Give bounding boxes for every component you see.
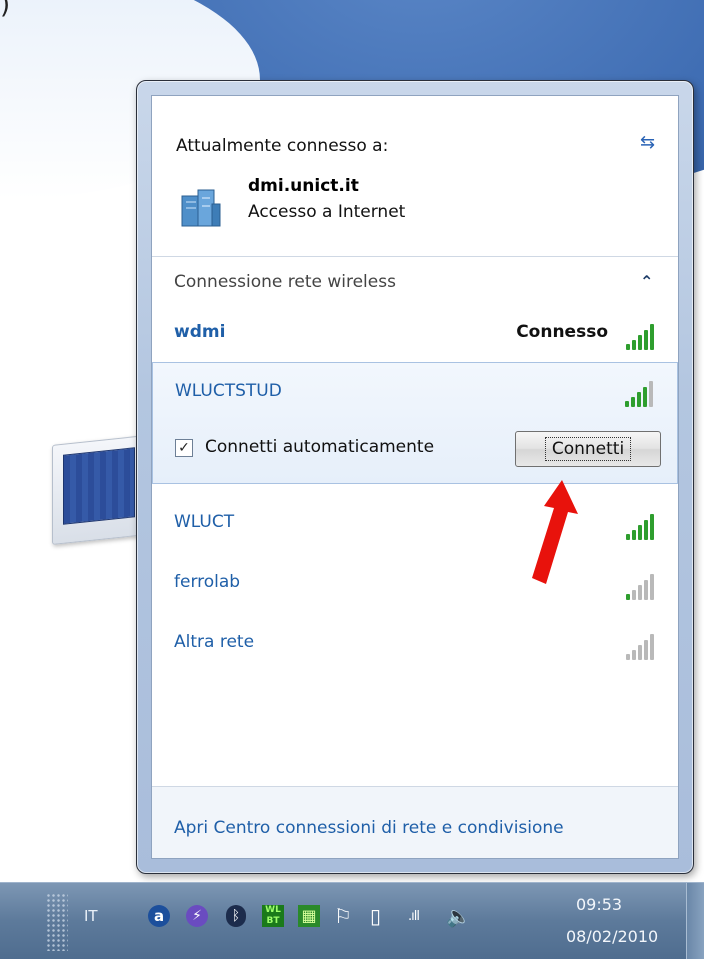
signal-bar (632, 650, 636, 660)
action-center-flag-icon[interactable]: ⚐ (334, 901, 352, 931)
connect-button-label: Connetti (544, 437, 632, 461)
network-name: WLUCTSTUD (175, 381, 282, 401)
signal-bar (631, 397, 635, 407)
signal-bar (625, 401, 629, 407)
network-name: wdmi (174, 322, 226, 342)
signal-bar (632, 340, 636, 350)
signal-strength-icon (626, 320, 660, 350)
network-building-icon (181, 189, 221, 227)
signal-bar (650, 324, 654, 350)
signal-bar (638, 585, 642, 600)
tray-wlbt-icon[interactable]: WL BT (262, 901, 284, 931)
volume-icon[interactable]: 🔈 (446, 901, 471, 931)
bluetooth-icon[interactable]: ᛒ (226, 901, 246, 931)
signal-bar (644, 580, 648, 600)
language-indicator[interactable]: IT (84, 907, 98, 925)
network-state: Connesso (516, 322, 608, 342)
collapse-icon[interactable]: ⌃ (640, 272, 653, 291)
current-network-name: dmi.unict.it (248, 176, 359, 196)
signal-bar (644, 330, 648, 350)
red-arrow-annotation (532, 480, 578, 584)
network-item-wdmi[interactable]: wdmi Connesso (152, 310, 678, 360)
network-item-wluctstud[interactable]: WLUCTSTUD ✓ Connetti automaticamente Con… (152, 362, 678, 484)
signal-bar (649, 381, 653, 407)
refresh-icon[interactable]: ⇆ (640, 132, 655, 153)
battery-icon[interactable]: ▯ (370, 901, 381, 931)
taskbar-grip[interactable] (46, 893, 68, 951)
network-item-ferrolab[interactable]: ferrolab (152, 560, 678, 610)
network-name: Altra rete (174, 632, 255, 652)
signal-bar (632, 590, 636, 600)
signal-bar (626, 654, 630, 660)
network-name: WLUCT (174, 512, 235, 532)
signal-bar (643, 387, 647, 407)
signal-bar (638, 645, 642, 660)
signal-bar (626, 534, 630, 540)
signal-strength-icon (626, 510, 660, 540)
signal-bar (637, 392, 641, 407)
show-desktop-button[interactable] (686, 883, 704, 959)
tray-sync-icon[interactable]: ⚡ (186, 901, 208, 931)
taskbar: IT a ⚡ ᛒ WL BT ▦ ⚐ ▯ .ıll 🔈 09:53 08/02/2… (0, 882, 704, 959)
wireless-section-label: Connessione rete wireless (174, 272, 396, 292)
divider (152, 256, 678, 257)
network-signal-icon[interactable]: .ıll (408, 901, 420, 931)
signal-bar (650, 514, 654, 540)
signal-strength-icon (626, 630, 660, 660)
signal-bar (638, 335, 642, 350)
network-item-wluct[interactable]: WLUCT (152, 500, 678, 550)
tray-app-icon[interactable]: a (148, 901, 170, 931)
flyout-panel: Attualmente connesso a: ⇆ dmi.unict.it A… (151, 95, 679, 859)
auto-connect-checkbox[interactable]: ✓ (175, 439, 193, 457)
signal-bar (626, 344, 630, 350)
network-name: ferrolab (174, 572, 241, 592)
clock-date[interactable]: 08/02/2010 (566, 927, 658, 946)
tray-grid-icon[interactable]: ▦ (298, 901, 320, 931)
signal-strength-icon (626, 570, 660, 600)
network-flyout: Attualmente connesso a: ⇆ dmi.unict.it A… (136, 80, 694, 874)
signal-bar (650, 634, 654, 660)
open-network-center-link[interactable]: Apri Centro connessioni di rete e condiv… (174, 818, 564, 838)
auto-connect-label: Connetti automaticamente (205, 437, 435, 457)
signal-bar (644, 520, 648, 540)
clock-time[interactable]: 09:53 (576, 895, 622, 914)
signal-strength-icon (625, 377, 659, 407)
signal-bar (650, 574, 654, 600)
connect-button[interactable]: Connetti (515, 431, 661, 467)
signal-bar (638, 525, 642, 540)
desktop-shortcut-icon[interactable] (52, 435, 146, 545)
currently-connected-label: Attualmente connesso a: (176, 136, 389, 156)
signal-bar (644, 640, 648, 660)
corner-text: ) (0, 0, 11, 20)
signal-bar (632, 530, 636, 540)
current-network-status: Accesso a Internet (248, 202, 406, 222)
network-item-other[interactable]: Altra rete (152, 620, 678, 670)
signal-bar (626, 594, 630, 600)
